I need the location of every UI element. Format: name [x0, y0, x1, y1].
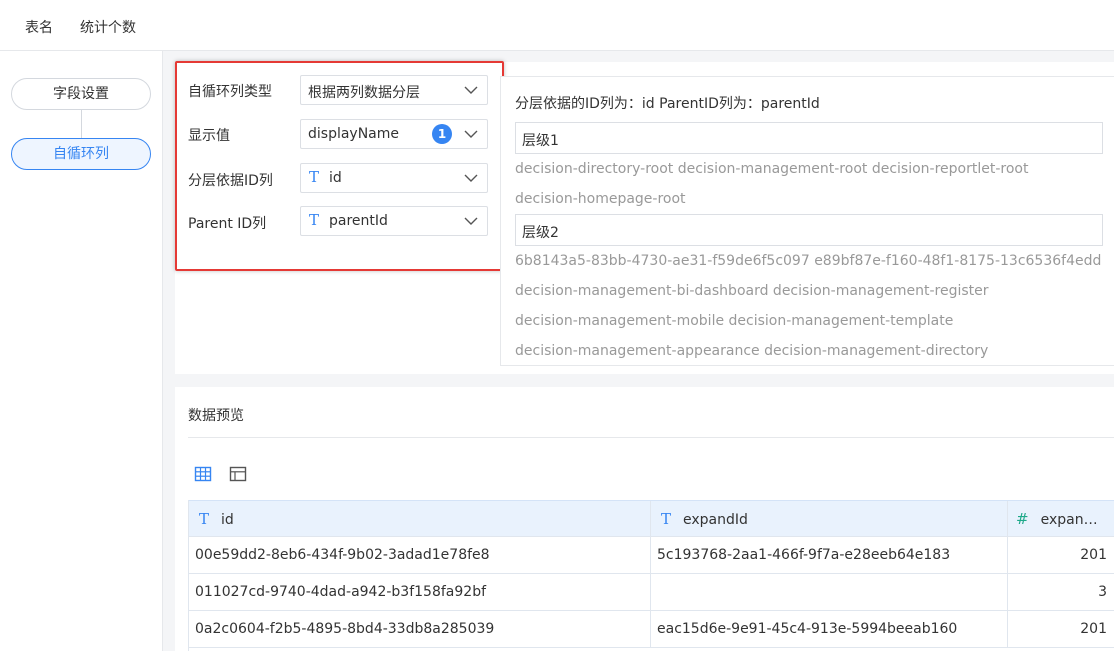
table-cell: 5c193768-2aa1-466f-9f7a-e28eeb64e183 — [651, 537, 1008, 574]
table-cell — [651, 574, 1008, 611]
data-preview-title: 数据预览 — [188, 408, 244, 424]
column-header-label: expan… — [1040, 512, 1098, 528]
column-header-expan[interactable]: # expan… — [1008, 501, 1114, 538]
label-id-column: 分层依据ID列 — [188, 173, 273, 189]
table-cell: 201 — [1080, 547, 1107, 563]
grid-view-icon[interactable] — [194, 465, 212, 483]
table-cell: 011027cd-9740-4dad-a942-b3f158fa92bf — [189, 574, 651, 611]
count-badge: 1 — [432, 124, 452, 144]
table-cell: eac15d6e-9e91-45c4-913e-5994beeab160 — [651, 611, 1008, 648]
divider — [188, 437, 1114, 438]
table-cell: 3 — [1098, 584, 1107, 600]
table-row: 0a2c0604-f2b5-4895-8bd4-33db8a285039 eac… — [189, 611, 1114, 648]
table-row: 011027cd-9740-4dad-a942-b3f158fa92bf 3 — [189, 574, 1114, 611]
level-2-items: decision-management-mobile decision-mana… — [515, 313, 954, 329]
step-self-loop-column[interactable]: 自循环列 — [11, 138, 151, 170]
step-connector — [81, 110, 82, 138]
level-1-items: decision-directory-root decision-managem… — [515, 161, 1029, 177]
level-1-items: decision-homepage-root — [515, 191, 686, 207]
select-id-column[interactable]: T id — [300, 163, 488, 193]
column-header-id[interactable]: Tid — [189, 501, 651, 538]
level-1-header: 层级1 — [515, 122, 1103, 154]
select-loop-type[interactable]: 根据两列数据分层 — [300, 75, 488, 105]
chevron-down-icon — [464, 86, 478, 94]
table-row: 00e59dd2-8eb6-434f-9b02-3adad1e78fe8 5c1… — [189, 537, 1114, 574]
select-loop-type-value: 根据两列数据分层 — [308, 85, 420, 101]
level-2-items: decision-management-appearance decision-… — [515, 343, 989, 359]
step-field-settings[interactable]: 字段设置 — [11, 78, 151, 110]
select-id-column-value: id — [329, 170, 342, 186]
table-cell: 0a2c0604-f2b5-4895-8bd4-33db8a285039 — [189, 611, 651, 648]
data-preview-table: Tid TexpandId # expan… 00e59dd2-8eb6-434f… — [188, 500, 1114, 651]
text-type-icon: T — [661, 510, 672, 528]
label-display-value: 显示值 — [188, 128, 230, 144]
select-parent-id-column[interactable]: T parentId — [300, 206, 488, 236]
layer-preview-heading: 分层依据的ID列为：id ParentID列为：parentId — [515, 96, 820, 112]
label-loop-type: 自循环列类型 — [188, 84, 272, 100]
chevron-down-icon — [464, 130, 478, 138]
tab-table-name[interactable]: 表名 — [25, 17, 53, 37]
select-display-value-value: displayName — [308, 126, 400, 142]
level-2-header: 层级2 — [515, 214, 1103, 246]
label-parent-id-column: Parent ID列 — [188, 216, 267, 232]
table-cell: 201 — [1080, 621, 1107, 637]
tab-stat-count[interactable]: 统计个数 — [80, 17, 136, 37]
panel-view-icon[interactable] — [229, 465, 247, 483]
select-parent-id-column-value: parentId — [329, 213, 388, 229]
select-display-value[interactable]: displayName 1 — [300, 119, 488, 149]
chevron-down-icon — [464, 174, 478, 182]
column-header-label: expandId — [683, 512, 748, 528]
table-cell: 00e59dd2-8eb6-434f-9b02-3adad1e78fe8 — [189, 537, 651, 574]
text-type-icon: T — [309, 168, 320, 186]
top-tab-bar: 表名 统计个数 — [0, 0, 1114, 51]
chevron-down-icon — [464, 217, 478, 225]
step-panel: 字段设置 自循环列 — [0, 51, 163, 651]
number-type-icon: # — [1016, 510, 1029, 528]
column-header-expandid[interactable]: TexpandId — [651, 501, 1008, 538]
level-2-items: 6b8143a5-83bb-4730-ae31-f59de6f5c097 e89… — [515, 253, 1102, 269]
text-type-icon: T — [199, 510, 210, 528]
text-type-icon: T — [309, 211, 320, 229]
layer-preview-panel: 分层依据的ID列为：id ParentID列为：parentId 层级1 dec… — [500, 76, 1114, 366]
level-2-items: decision-management-bi-dashboard decisio… — [515, 283, 989, 299]
table-header-row: Tid TexpandId # expan… — [189, 500, 1114, 538]
column-header-label: id — [221, 512, 234, 528]
